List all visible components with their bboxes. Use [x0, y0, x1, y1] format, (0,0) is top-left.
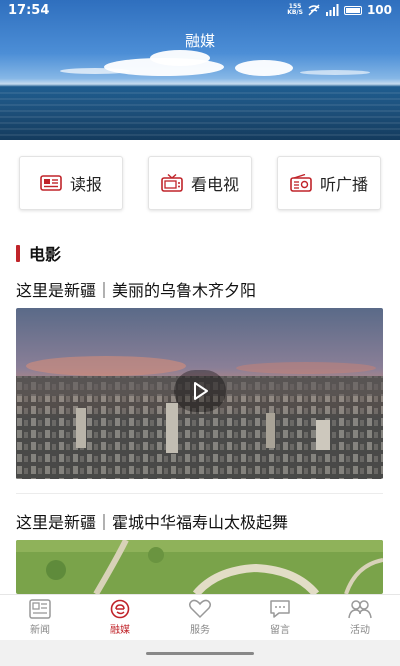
- article-title[interactable]: 这里是新疆｜美丽的乌鲁木齐夕阳: [16, 277, 256, 301]
- page-title: 融媒: [184, 32, 215, 50]
- nav-label: 活动: [350, 625, 370, 636]
- video-thumbnail[interactable]: [16, 540, 383, 594]
- read-paper-button[interactable]: 读报: [19, 156, 123, 210]
- media-icon: [110, 599, 130, 619]
- nav-service[interactable]: 服务: [160, 595, 240, 640]
- read-paper-label: 读报: [69, 175, 102, 194]
- nav-label: 留言: [270, 625, 290, 636]
- nav-label: 服务: [190, 625, 210, 636]
- sea-texture: [0, 92, 400, 140]
- quick-actions: 读报 看电视 听广播: [19, 156, 381, 210]
- cloud: [235, 60, 293, 76]
- status-time: 17:54: [8, 2, 50, 18]
- network-speed-unit: KB/S: [287, 9, 303, 16]
- watch-tv-label: 看电视: [190, 175, 239, 194]
- divider: [16, 493, 383, 494]
- battery-icon: [343, 5, 362, 15]
- bottom-nav: 新闻 融媒 服务 留言 活动: [0, 594, 400, 640]
- nav-message[interactable]: 留言: [240, 595, 320, 640]
- wifi-off-icon: [308, 4, 320, 16]
- nav-label: 新闻: [30, 625, 50, 636]
- status-bar: 17:54 155 KB/S 100: [0, 0, 400, 20]
- cloud: [300, 70, 370, 75]
- network-speed: 155 KB/S: [287, 4, 303, 16]
- play-icon: [194, 382, 208, 400]
- signal-icon: [325, 4, 339, 16]
- nav-activity[interactable]: 活动: [320, 595, 400, 640]
- message-icon: [270, 600, 290, 618]
- nav-news[interactable]: 新闻: [0, 595, 80, 640]
- cloud: [150, 50, 210, 66]
- home-indicator[interactable]: [146, 652, 254, 655]
- gesture-area: [0, 640, 400, 666]
- listen-radio-label: 听广播: [319, 175, 368, 194]
- section-title: 电影: [29, 245, 62, 264]
- article-title[interactable]: 这里是新疆｜霍城中华福寿山太极起舞: [16, 509, 288, 533]
- green-field-image: [16, 540, 383, 594]
- cloud: [60, 68, 130, 74]
- section-accent-bar: [16, 244, 20, 262]
- listen-radio-button[interactable]: 听广播: [277, 156, 381, 210]
- nav-media[interactable]: 融媒: [80, 595, 160, 640]
- video-thumbnail[interactable]: [16, 308, 383, 479]
- section-header: 电影: [16, 241, 61, 265]
- watch-tv-button[interactable]: 看电视: [148, 156, 252, 210]
- radio-icon: [290, 174, 312, 192]
- nav-label: 融媒: [110, 625, 130, 636]
- people-icon: [348, 600, 372, 619]
- newspaper-icon: [40, 174, 62, 192]
- tv-icon: [161, 174, 183, 192]
- hero-banner: 17:54 155 KB/S 100 融媒: [0, 0, 400, 140]
- heart-icon: [188, 599, 212, 619]
- play-button[interactable]: [174, 370, 226, 412]
- battery-level: 100: [366, 3, 392, 17]
- news-icon: [29, 599, 51, 619]
